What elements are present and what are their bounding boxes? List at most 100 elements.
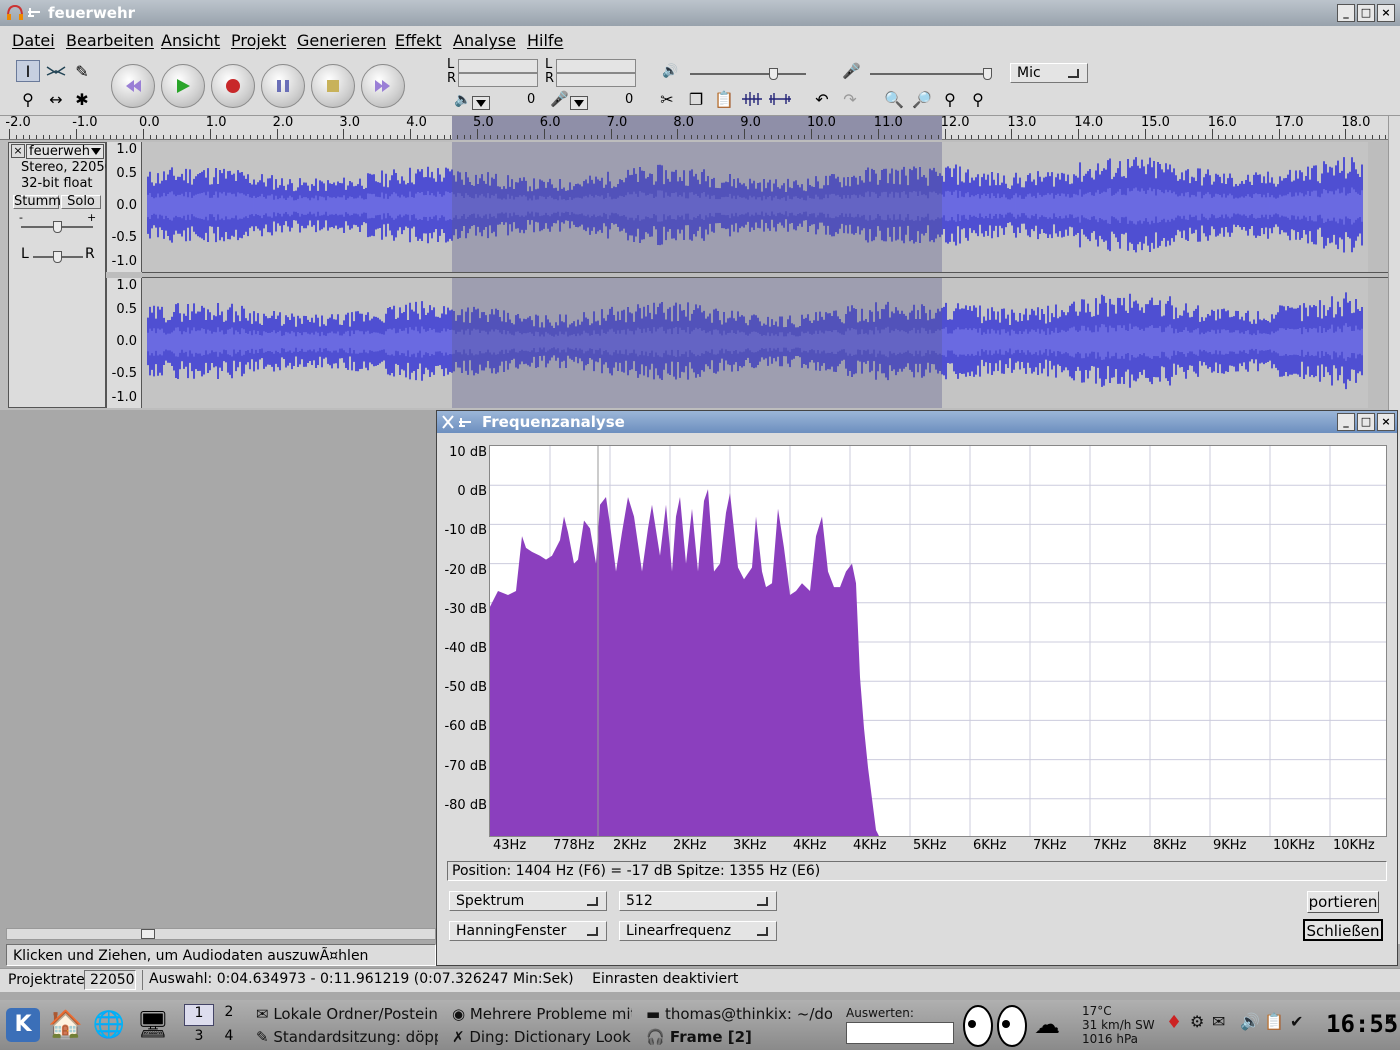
freq-minimize-button[interactable]: _ — [1337, 413, 1355, 431]
playback-meter-dropdown[interactable] — [472, 96, 490, 110]
ruler-tick — [777, 135, 779, 139]
task-mail[interactable]: ✉ Lokale Ordner/Posteing — [256, 1005, 438, 1023]
task-audacity-frame[interactable]: 🎧 Frame [2] — [646, 1028, 832, 1046]
ruler-tick — [390, 135, 392, 139]
hz-axis-label: 10KHz — [1273, 838, 1315, 853]
project-rate-field[interactable]: 22050 — [84, 970, 136, 990]
ruler-label: 1.0 — [205, 115, 227, 130]
pan-slider-knob[interactable] — [53, 251, 62, 263]
skip-start-button[interactable] — [111, 64, 155, 108]
zoom-out-icon[interactable]: 🔎 — [910, 88, 934, 110]
desktop-2[interactable]: 2 — [214, 1004, 244, 1026]
search-input[interactable] — [846, 1022, 954, 1044]
ruby-icon[interactable]: ♦ — [1166, 1012, 1182, 1033]
frequency-window-titlebar[interactable]: Frequenzanalyse _ □ × — [437, 411, 1397, 433]
draw-tool-icon[interactable]: ✎ — [70, 60, 94, 82]
close-dialog-button[interactable]: Schließen — [1303, 919, 1383, 941]
spectrum-plot[interactable] — [489, 445, 1387, 838]
record-meter-dropdown[interactable] — [570, 96, 588, 110]
input-volume-knob[interactable] — [983, 68, 992, 80]
track-close-button[interactable]: × — [11, 144, 25, 158]
ruler-tick — [163, 135, 165, 139]
fit-selection-icon[interactable]: ⚲ — [938, 88, 962, 110]
network-icon[interactable]: ⚙ — [1190, 1012, 1204, 1031]
mute-button[interactable]: Stumm — [13, 195, 61, 209]
ruler-tick — [1178, 135, 1180, 139]
home-folder-icon[interactable]: 🏠 — [48, 1008, 83, 1042]
input-volume-track[interactable] — [870, 73, 992, 75]
skip-end-button[interactable] — [361, 64, 405, 108]
minimize-button[interactable]: _ — [1337, 4, 1355, 22]
mail-tray-icon[interactable]: ✉ — [1212, 1012, 1225, 1031]
ruler-tick — [29, 135, 31, 139]
timeline-ruler[interactable]: -2.0 -1.0 0.0 1.0 2.0 3.0 4.0 5.0 6.0 7.0 8.0 9.0 10… — [0, 115, 1400, 140]
output-volume-track[interactable] — [690, 73, 806, 75]
horizontal-scrollbar[interactable] — [6, 928, 436, 940]
task-browser[interactable]: ◉ Mehrere Probleme mit — [452, 1005, 632, 1023]
freq-maximize-button[interactable]: □ — [1357, 413, 1375, 431]
silence-icon[interactable] — [768, 88, 792, 110]
axis-select[interactable]: Linearfrequenz — [619, 921, 777, 941]
settings-tray-icon[interactable]: ✔ — [1290, 1012, 1303, 1031]
browser-icon[interactable]: 🌐 — [92, 1008, 126, 1042]
trim-icon[interactable] — [740, 88, 764, 110]
solo-button[interactable]: Solo — [61, 195, 101, 209]
desktop-3[interactable]: 3 — [184, 1028, 214, 1048]
task-session[interactable]: ✎ Standardsitzung: döpp — [256, 1028, 438, 1046]
undo-icon[interactable]: ↶ — [810, 88, 834, 110]
pause-button[interactable] — [261, 64, 305, 108]
export-button[interactable]: portieren — [1307, 891, 1379, 913]
maximize-button[interactable]: □ — [1357, 4, 1375, 22]
menu-hilfe[interactable]: Hilfe — [527, 31, 563, 50]
timeshift-tool-icon[interactable]: ↔ — [44, 88, 68, 110]
window-function-select[interactable]: HanningFenster — [449, 921, 607, 941]
ruler-tick — [744, 129, 746, 139]
paste-icon[interactable]: 📋 — [712, 88, 736, 110]
record-button[interactable] — [211, 64, 255, 108]
freq-close-button[interactable]: × — [1377, 413, 1395, 431]
ruler-tick — [1038, 135, 1040, 139]
size-select[interactable]: 512 — [619, 891, 777, 911]
track-name-menu[interactable]: feuerweh — [26, 144, 104, 159]
menu-bearbeiten[interactable]: Bearbeiten — [66, 31, 154, 50]
menu-analyse[interactable]: Analyse — [453, 31, 516, 50]
envelope-tool-icon[interactable] — [44, 60, 68, 82]
klipper-icon[interactable]: 📋 — [1264, 1012, 1284, 1031]
task-terminal[interactable]: ▬ thomas@thinkix: ~/do — [646, 1005, 832, 1023]
fit-project-icon[interactable]: ⚲ — [966, 88, 990, 110]
window-menu-icon[interactable] — [441, 414, 473, 430]
menu-ansicht[interactable]: Ansicht — [161, 31, 220, 50]
menu-projekt[interactable]: Projekt — [231, 31, 286, 50]
redo-icon[interactable]: ↷ — [838, 88, 862, 110]
zoom-in-icon[interactable]: 🔍 — [882, 88, 906, 110]
selection-tool-icon[interactable]: I — [16, 60, 40, 82]
algorithm-select[interactable]: Spektrum — [449, 891, 607, 911]
taskbar: K 🏠 🌐 🖥 1 2 3 4 ✉ Lokale Ordner/Posteing… — [0, 1000, 1400, 1050]
cut-icon[interactable]: ✂ — [655, 88, 679, 110]
output-volume-knob[interactable] — [769, 68, 778, 80]
multi-tool-icon[interactable]: ✱ — [70, 88, 94, 110]
menu-generieren[interactable]: Generieren — [297, 31, 386, 50]
gain-slider-knob[interactable] — [53, 221, 62, 233]
zoom-tool-icon[interactable]: ⚲ — [16, 88, 40, 110]
menu-effekt[interactable]: Effekt — [395, 31, 442, 50]
volume-tray-icon[interactable]: 🔊 — [1240, 1012, 1260, 1031]
task-dictionary[interactable]: ✗ Ding: Dictionary Look — [452, 1028, 632, 1046]
status-bar: Projektrate: 22050 Auswahl: 0:04.634973 … — [0, 968, 1400, 992]
copy-icon[interactable]: ❐ — [684, 88, 708, 110]
play-button[interactable] — [161, 64, 205, 108]
ruler-tick — [1031, 135, 1033, 139]
kde-menu-icon[interactable]: K — [6, 1008, 40, 1042]
close-button[interactable]: × — [1377, 4, 1395, 22]
menu-datei[interactable]: Datei — [12, 31, 55, 50]
toolbar: I ✎ ⚲ ↔ ✱ L R L R 🔈 0 🎤 0 🔊 🎤 Mic ✂ ❐ 📋 … — [0, 54, 1400, 116]
input-source-select[interactable]: Mic — [1010, 63, 1088, 83]
ruler-tick — [149, 135, 151, 139]
scrollbar-thumb[interactable] — [141, 929, 155, 939]
panel-arrow-icon[interactable]: ◂ — [1386, 1012, 1393, 1028]
terminal-icon[interactable]: 🖥 — [136, 1008, 170, 1042]
desktop-4[interactable]: 4 — [214, 1028, 244, 1048]
stop-button[interactable] — [311, 64, 355, 108]
window-titlebar[interactable]: feuerwehr _ □ × — [0, 0, 1400, 26]
desktop-1[interactable]: 1 — [184, 1004, 214, 1026]
